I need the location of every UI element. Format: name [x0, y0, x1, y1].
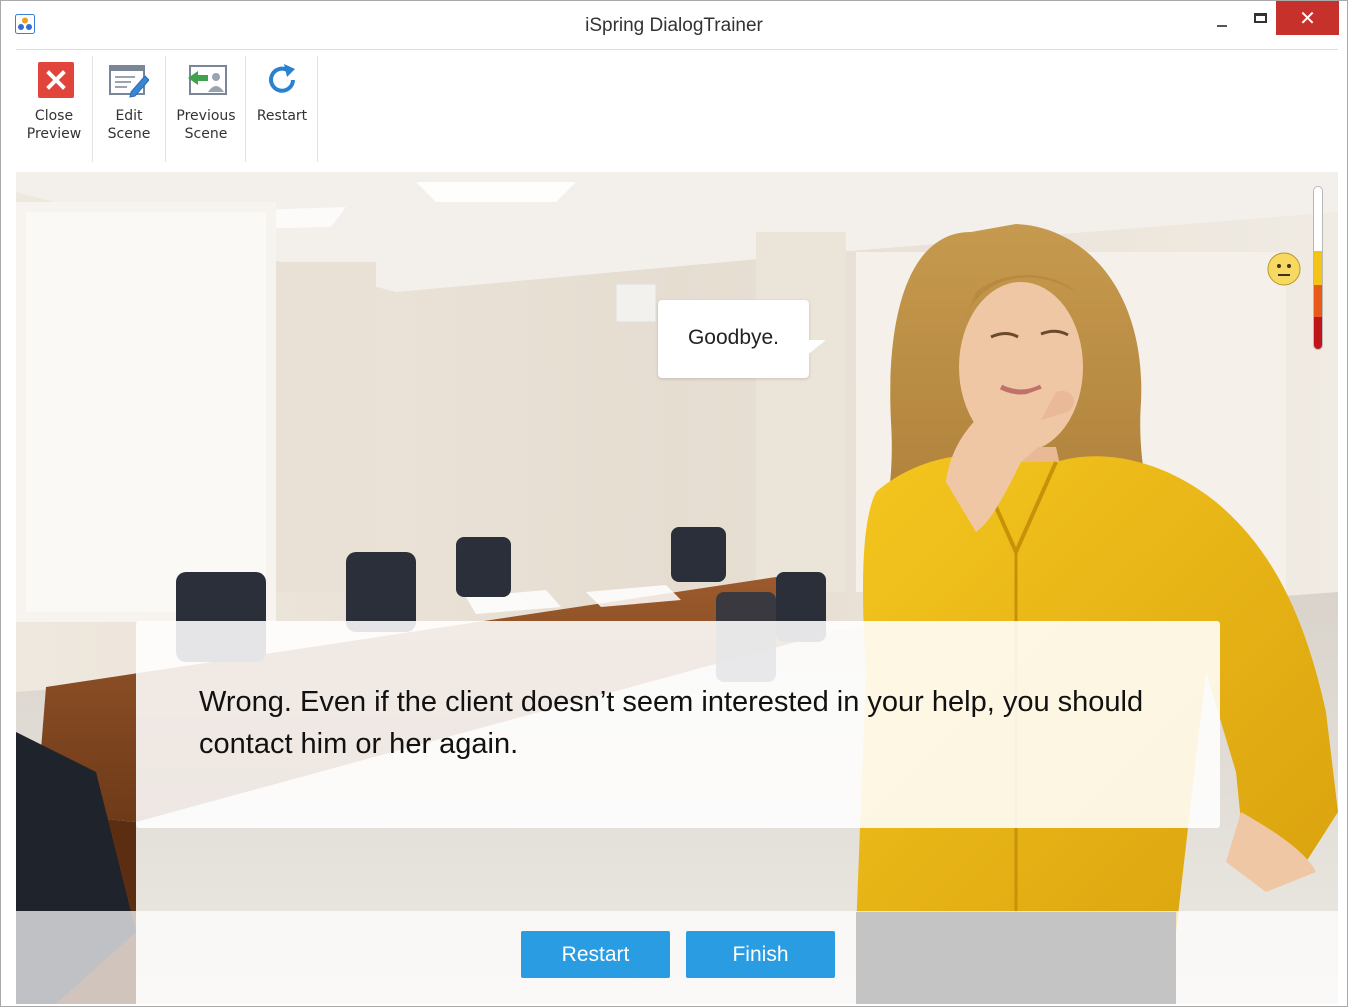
maximize-icon [1254, 13, 1267, 23]
scene-stage: Goodbye. Wrong. Even if the client doesn… [16, 172, 1338, 1004]
maximize-button[interactable] [1246, 9, 1276, 37]
app-window: iSpring DialogTrainer ✕ Close Preview Ed… [0, 0, 1348, 1007]
speech-bubble: Goodbye. [658, 300, 826, 378]
restart-icon [269, 64, 295, 93]
edit-scene-icon [109, 65, 149, 98]
mood-meter [1313, 186, 1323, 350]
finish-button[interactable]: Finish [686, 931, 835, 978]
meter-orange-segment [1314, 285, 1322, 317]
office-background-image [16, 172, 1338, 1004]
restart-toolbar-button[interactable]: Restart [246, 50, 318, 164]
window-title: iSpring DialogTrainer [585, 15, 763, 36]
close-icon: ✕ [1299, 6, 1316, 30]
close-window-button[interactable]: ✕ [1276, 1, 1339, 35]
close-preview-button[interactable]: Close Preview [16, 50, 92, 164]
previous-scene-label: Previous Scene [176, 108, 236, 142]
restart-button[interactable]: Restart [521, 931, 670, 978]
restart-toolbar-label: Restart [256, 108, 308, 124]
close-preview-icon [38, 62, 74, 98]
meter-red-segment [1314, 317, 1322, 349]
previous-scene-button[interactable]: Previous Scene [166, 50, 246, 164]
close-preview-label: Close Preview [26, 108, 82, 142]
speech-bubble-tail [806, 340, 826, 356]
feedback-panel: Wrong. Even if the client doesn’t seem i… [136, 621, 1220, 828]
footer-bar: Restart Finish [16, 911, 1338, 1004]
meter-yellow-segment [1314, 251, 1322, 285]
toolbar-divider [317, 56, 318, 162]
speech-bubble-text: Goodbye. [687, 326, 780, 349]
minimize-icon [1217, 25, 1227, 27]
title-bar[interactable]: iSpring DialogTrainer ✕ [1, 1, 1347, 47]
neutral-face-icon [1267, 252, 1301, 286]
minimize-button[interactable] [1208, 9, 1238, 37]
previous-scene-icon [188, 65, 227, 95]
feedback-text: Wrong. Even if the client doesn’t seem i… [199, 686, 1144, 760]
edit-scene-button[interactable]: Edit Scene [93, 50, 165, 164]
edit-scene-label: Edit Scene [107, 108, 151, 142]
toolbar: Close Preview Edit Scene Previous Scene [16, 49, 1338, 173]
